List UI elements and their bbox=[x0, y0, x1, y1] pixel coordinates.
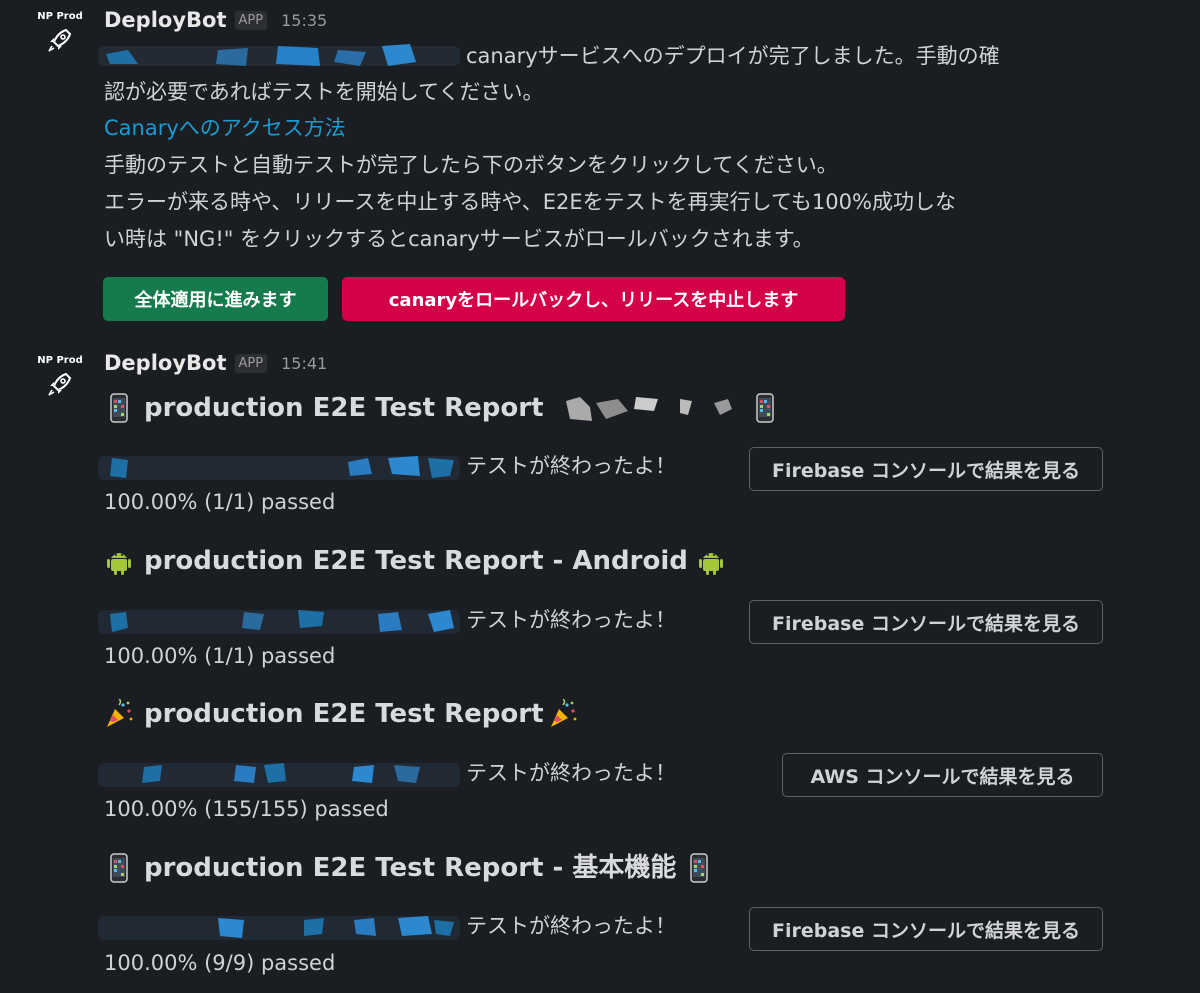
mobile-phone-icon bbox=[110, 853, 128, 883]
report-suffix: テストが終わったよ！ bbox=[466, 914, 676, 938]
redacted-text bbox=[98, 456, 460, 480]
mobile-phone-icon bbox=[690, 853, 709, 883]
aws-console-button[interactable]: AWS コンソールで結果を見る bbox=[782, 753, 1103, 797]
party-popper-icon bbox=[550, 699, 576, 727]
message-header: DeployBot APP 15:41 bbox=[104, 348, 327, 378]
redacted-text bbox=[98, 916, 460, 940]
android-icon bbox=[698, 553, 723, 575]
redacted-text bbox=[98, 610, 460, 634]
report-result: 100.00% (1/1) passed bbox=[104, 490, 336, 514]
report-suffix: テストが終わったよ！ bbox=[466, 761, 676, 785]
mobile-phone-icon bbox=[755, 393, 774, 423]
app-badge: APP bbox=[234, 353, 268, 373]
report-result: 100.00% (9/9) passed bbox=[104, 951, 336, 975]
rocket-icon bbox=[48, 372, 72, 396]
report-title: production E2E Test Report bbox=[104, 390, 780, 426]
sender-name[interactable]: DeployBot bbox=[104, 351, 227, 375]
report-title-text: production E2E Test Report bbox=[144, 699, 544, 729]
report-title: production E2E Test Report bbox=[104, 696, 578, 732]
party-popper-icon bbox=[107, 699, 133, 727]
firebase-console-button[interactable]: Firebase コンソールで結果を見る bbox=[749, 907, 1103, 951]
mobile-phone-icon bbox=[110, 393, 128, 423]
redacted-text bbox=[565, 397, 732, 421]
report-title-text: production E2E Test Report - 基本機能 bbox=[144, 853, 677, 883]
firebase-console-button[interactable]: Firebase コンソールで結果を見る bbox=[749, 447, 1103, 491]
report-title-text: production E2E Test Report bbox=[144, 393, 544, 423]
firebase-console-button[interactable]: Firebase コンソールで結果を見る bbox=[749, 600, 1103, 644]
timestamp[interactable]: 15:41 bbox=[281, 354, 327, 373]
report-suffix: テストが終わったよ！ bbox=[466, 608, 676, 632]
redacted-text bbox=[98, 763, 460, 787]
report-title: production E2E Test Report - Android bbox=[104, 543, 726, 579]
report-title-text: production E2E Test Report - Android bbox=[144, 546, 688, 576]
report-result: 100.00% (155/155) passed bbox=[104, 797, 389, 821]
avatar-label: NP Prod bbox=[37, 355, 83, 366]
report-title: production E2E Test Report - 基本機能 bbox=[104, 850, 714, 886]
message-test-reports: NP Prod DeployBot APP 15:41 production E… bbox=[0, 0, 1200, 993]
report-suffix: テストが終わったよ！ bbox=[466, 454, 676, 478]
report-result: 100.00% (1/1) passed bbox=[104, 644, 336, 668]
bot-avatar[interactable]: NP Prod bbox=[36, 354, 84, 402]
android-icon bbox=[107, 553, 131, 575]
